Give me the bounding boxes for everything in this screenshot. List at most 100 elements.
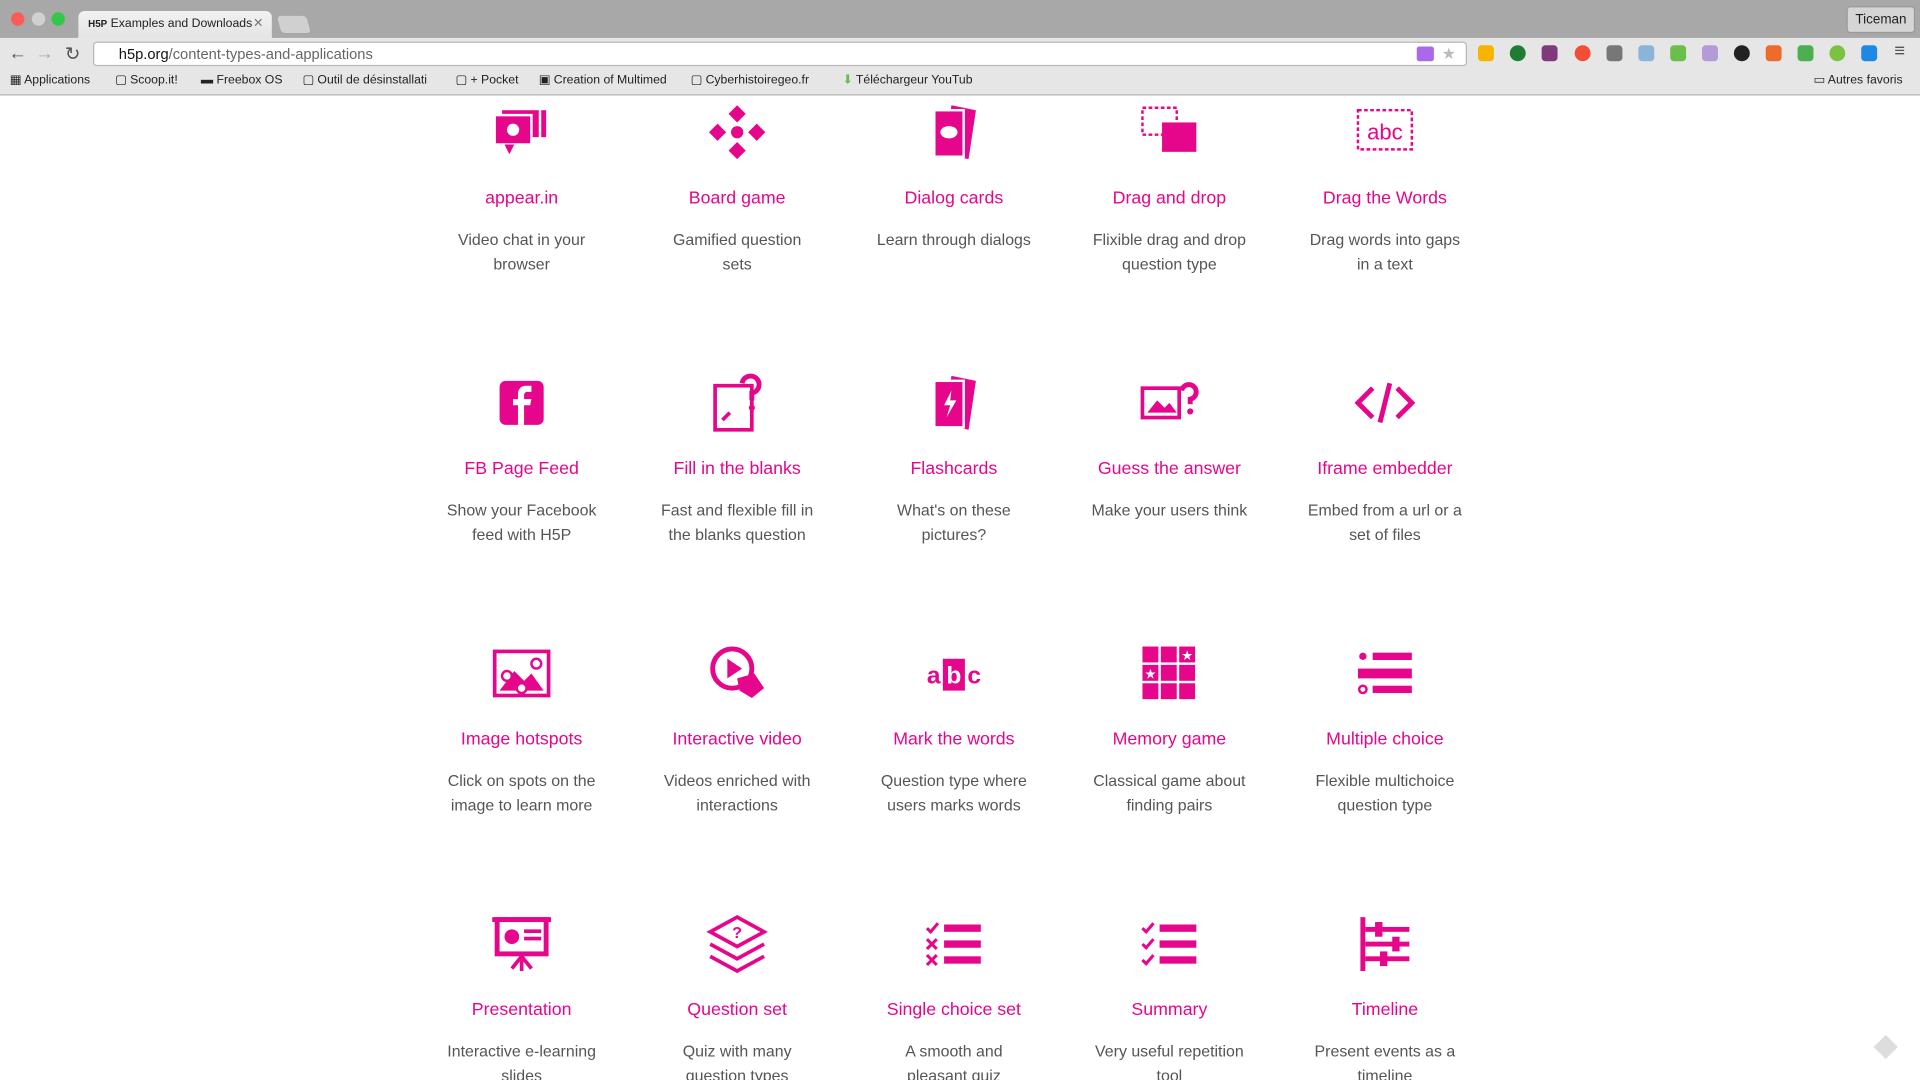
download-extension-icon[interactable] [1509, 45, 1526, 62]
question-set-icon[interactable]: ? [705, 912, 769, 976]
extension-icon[interactable] [1606, 45, 1623, 62]
content-type-fill-blanks[interactable]: Fill in the blanks Fast and flexible fill… [629, 371, 845, 547]
extension-icon[interactable] [1861, 45, 1878, 62]
content-type-title[interactable]: Summary [1062, 1000, 1278, 1024]
address-bar[interactable]: h5p.org/content-types-and-applications ★ [93, 41, 1467, 67]
tab-active[interactable]: H5P Examples and Downloads ✕ [78, 11, 272, 38]
interactive-video-icon[interactable] [705, 642, 769, 706]
guess-answer-icon[interactable] [1138, 371, 1202, 435]
content-type-single-choice[interactable]: Single choice set A smooth and pleasant q… [846, 912, 1062, 1080]
content-type-description: Embed from a url or a set of files [1307, 500, 1462, 544]
content-type-drag-words[interactable]: abc Drag the Words Drag words into gaps in… [1277, 100, 1493, 276]
extension-icon[interactable] [1477, 45, 1494, 62]
bookmark[interactable]: ▢ Cyberhistoiregeo.fr [691, 73, 809, 86]
content-type-question-set[interactable]: ? Question set Quiz with many question typ… [629, 912, 845, 1080]
single-choice-icon[interactable] [922, 912, 986, 976]
content-type-mark-words[interactable]: a b c Mark the words Question type where use… [846, 642, 1062, 818]
extension-icon[interactable] [1702, 45, 1718, 62]
content-type-title[interactable]: Fill in the blanks [629, 459, 845, 483]
drag-words-icon[interactable]: abc [1353, 100, 1417, 164]
content-type-code[interactable]: Iframe embedder Embed from a url or a set… [1277, 371, 1493, 547]
content-type-multiple-choice[interactable]: Multiple choice Flexible multichoice ques… [1277, 642, 1493, 818]
content-type-summary[interactable]: Summary Very useful repetition tool [1062, 912, 1278, 1080]
bookmark-star-icon[interactable]: ★ [1442, 43, 1456, 65]
bookmark-apps[interactable]: ▦ Applications [10, 73, 90, 86]
content-type-title[interactable]: Memory game [1062, 730, 1278, 754]
extension-icon[interactable] [1416, 46, 1434, 62]
content-type-title[interactable]: Multiple choice [1277, 730, 1493, 754]
content-type-title[interactable]: Iframe embedder [1277, 459, 1493, 483]
memory-game-icon[interactable]: ★★ [1138, 642, 1202, 706]
content-type-guess-answer[interactable]: Guess the answer Make your users think [1062, 371, 1278, 523]
extension-icon[interactable] [1797, 45, 1814, 62]
content-type-timeline[interactable]: Timeline Present events as a timeline [1277, 912, 1493, 1080]
facebook-icon[interactable] [490, 371, 554, 435]
content-type-title[interactable]: Board game [629, 189, 845, 213]
content-type-title[interactable]: FB Page Feed [414, 459, 630, 483]
close-window-button[interactable] [11, 12, 25, 26]
content-type-title[interactable]: Dialog cards [846, 189, 1062, 213]
extension-icon[interactable] [1574, 45, 1591, 62]
content-type-presentation[interactable]: Presentation Interactive e-learning slide… [414, 912, 630, 1080]
content-type-title[interactable]: Interactive video [629, 730, 845, 754]
content-type-title[interactable]: Question set [629, 1000, 845, 1024]
bookmark[interactable]: ▬ Freebox OS [201, 73, 283, 86]
content-type-title[interactable]: Drag and drop [1062, 189, 1278, 213]
extension-icon[interactable] [1733, 45, 1750, 62]
summary-icon[interactable] [1138, 912, 1202, 976]
content-type-title[interactable]: Flashcards [846, 459, 1062, 483]
content-type-dialog-cards[interactable]: Dialog cards Learn through dialogs [846, 100, 1062, 252]
content-type-facebook[interactable]: FB Page Feed Show your Facebook feed with… [414, 371, 630, 547]
content-type-board-game[interactable]: Board game Gamified question sets [629, 100, 845, 276]
content-type-memory-game[interactable]: ★ ★ Memory game Classical game about findin… [1062, 642, 1278, 818]
code-icon[interactable] [1353, 371, 1417, 435]
timeline-icon[interactable] [1353, 912, 1417, 976]
image-hotspots-icon[interactable] [490, 642, 554, 706]
content-type-title[interactable]: Drag the Words [1277, 189, 1493, 213]
minimize-window-button[interactable] [31, 12, 46, 26]
content-type-title[interactable]: Presentation [414, 1000, 630, 1024]
extension-icon[interactable] [1670, 45, 1687, 62]
board-game-icon[interactable] [705, 100, 769, 164]
bookmark[interactable]: ▢ Outil de désinstallati [302, 73, 427, 86]
profile-button[interactable]: Ticeman [1846, 6, 1916, 34]
content-type-image-hotspots[interactable]: Image hotspots Click on spots on the imag… [414, 642, 630, 818]
content-type-title[interactable]: appear.in [414, 189, 630, 213]
scroll-top-icon[interactable] [1873, 1034, 1898, 1060]
multiple-choice-icon[interactable] [1353, 642, 1417, 706]
reload-icon[interactable]: ↻ [65, 43, 80, 65]
presentation-icon[interactable] [490, 912, 554, 976]
bookmark[interactable]: ▣ Creation of Multimed [539, 73, 667, 86]
forward-icon[interactable]: → [36, 43, 54, 64]
flashcards-icon[interactable] [922, 371, 986, 435]
menu-icon[interactable]: ≡ [1894, 40, 1905, 61]
content-type-video-chat[interactable]: appear.in Video chat in your browser [414, 100, 630, 276]
camera-extension-icon[interactable] [1638, 45, 1655, 62]
bookmark[interactable]: ▢ + Pocket [456, 73, 519, 86]
content-type-interactive-video[interactable]: Interactive video Videos enriched with in… [629, 642, 845, 818]
content-type-title[interactable]: Guess the answer [1062, 459, 1278, 483]
content-type-title[interactable]: Single choice set [846, 1000, 1062, 1024]
fill-blanks-icon[interactable] [705, 371, 769, 435]
new-tab-button[interactable] [276, 15, 311, 34]
mark-words-icon[interactable]: abc [922, 642, 986, 706]
content-type-title[interactable]: Mark the words [846, 730, 1062, 754]
content-type-title[interactable]: Image hotspots [414, 730, 630, 754]
video-chat-icon[interactable] [490, 100, 554, 164]
content-type-title[interactable]: Timeline [1277, 1000, 1493, 1024]
bookmark[interactable]: ⬇ Téléchargeur YouTub [842, 73, 972, 86]
close-tab-icon[interactable]: ✕ [253, 11, 263, 38]
favicon-icon: H5P [88, 18, 108, 30]
bookmark[interactable]: ▢ Scoop.it! [115, 73, 178, 86]
content-type-flashcards[interactable]: Flashcards What's on these pictures? [846, 371, 1062, 547]
content-type-description: Present events as a timeline [1314, 1042, 1456, 1080]
extension-icon[interactable] [1765, 45, 1782, 62]
extension-icon[interactable] [1829, 45, 1846, 62]
maximize-window-button[interactable] [51, 12, 65, 26]
drag-drop-icon[interactable] [1138, 100, 1202, 164]
content-type-drag-drop[interactable]: Drag and drop Flixible drag and drop ques… [1062, 100, 1278, 276]
back-icon[interactable]: ← [9, 43, 27, 64]
dialog-cards-icon[interactable] [922, 100, 986, 164]
other-bookmarks[interactable]: ▭ Autres favoris [1813, 73, 1902, 86]
onenote-icon[interactable] [1541, 45, 1558, 62]
